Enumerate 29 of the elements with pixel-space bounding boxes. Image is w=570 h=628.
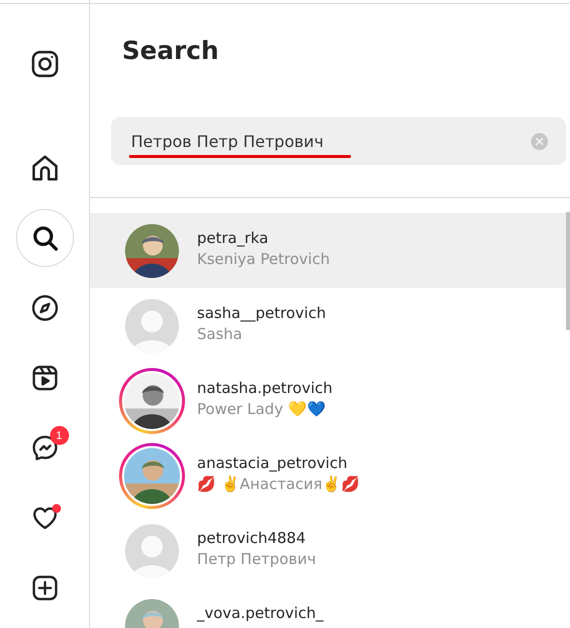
video-icon	[30, 364, 58, 392]
full-name: Power Lady 💛💙	[197, 400, 327, 418]
username: anastacia_petrovich	[197, 454, 348, 472]
scrollbar[interactable]	[566, 212, 570, 330]
result-row[interactable]: _vova.petrovich_	[90, 588, 570, 628]
full-name: Sasha	[197, 324, 244, 342]
search-icon	[30, 224, 58, 252]
panel-title: Search	[122, 36, 220, 66]
result-row[interactable]: sasha__petrovich Sasha	[90, 288, 570, 363]
home-icon	[30, 153, 60, 183]
full-name: 💋 ✌Анастасия✌💋	[197, 474, 360, 492]
full-name: Петр Петрович	[197, 550, 316, 568]
result-row[interactable]: petrovich4884 Петр Петрович	[90, 513, 570, 588]
username: petra_rka	[197, 228, 270, 246]
compass-icon	[30, 294, 58, 322]
username: natasha.petrovich	[197, 378, 332, 396]
messenger-icon	[30, 434, 58, 462]
search-field[interactable]: Петров Петр Петрович	[111, 117, 566, 165]
camera-logo-icon	[30, 49, 60, 79]
messages-button[interactable]: 1	[16, 419, 74, 477]
result-row[interactable]: natasha.petrovich Power Lady 💛💙	[90, 363, 570, 438]
result-row[interactable]: anastacia_petrovich 💋 ✌Анастасия✌💋	[90, 438, 570, 513]
username: petrovich4884	[197, 528, 307, 546]
full-name: Kseniya Petrovich	[197, 250, 330, 268]
search-button[interactable]	[16, 209, 74, 267]
notification-badge: 1	[50, 426, 68, 445]
username: sasha__petrovich	[197, 304, 326, 322]
username: _vova.petrovich_	[197, 604, 324, 622]
plus-icon	[30, 574, 58, 602]
